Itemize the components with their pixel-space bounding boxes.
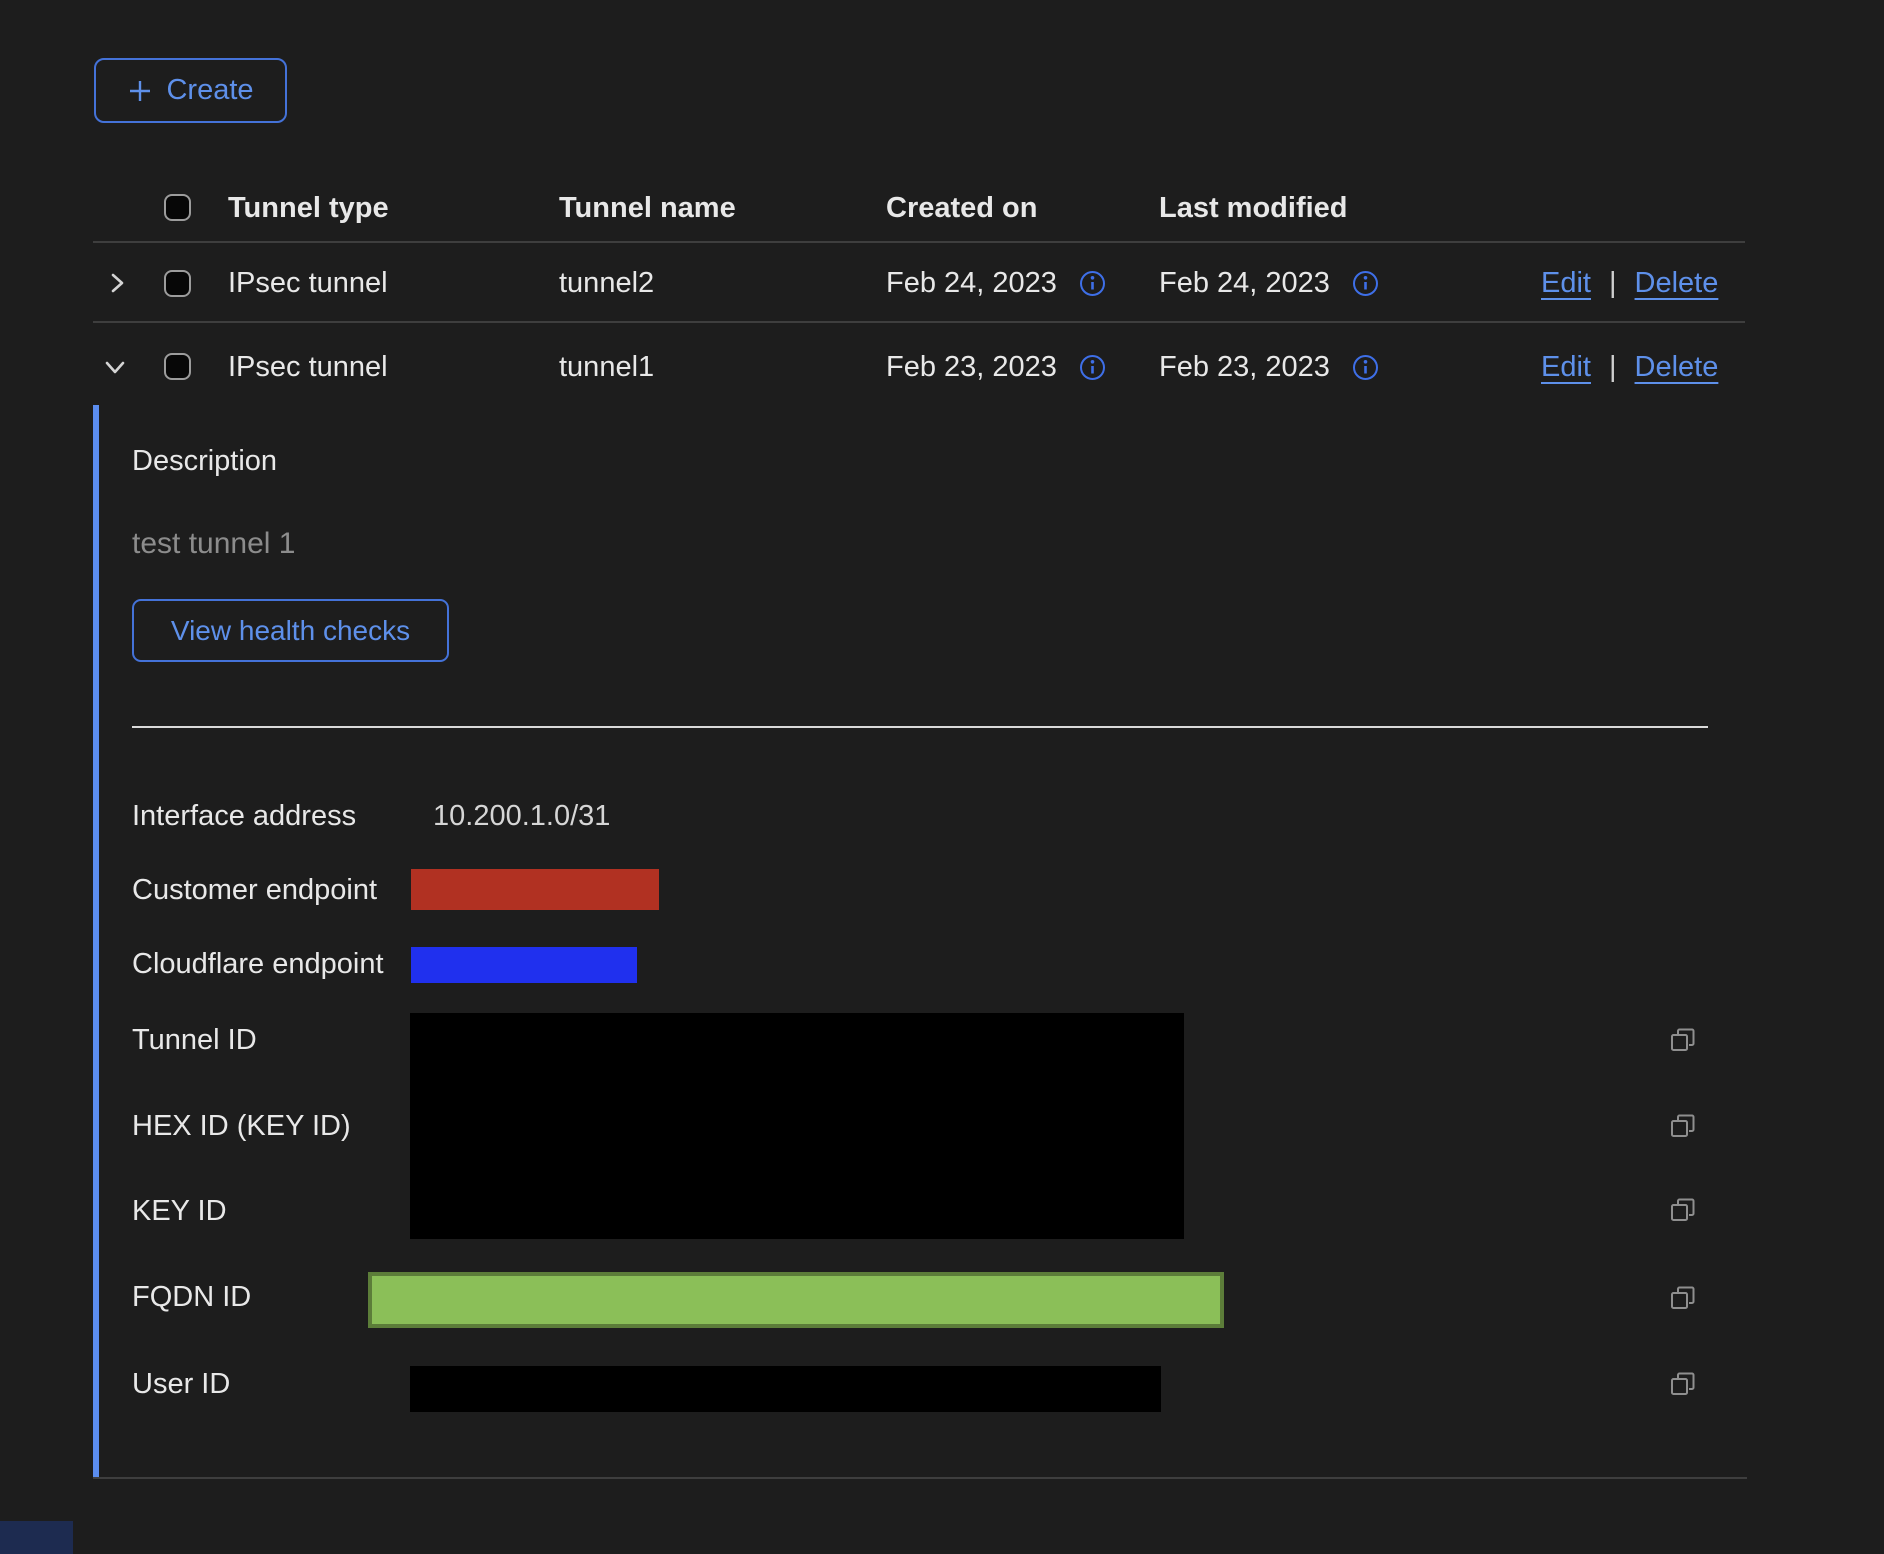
description-value: test tunnel 1 [132, 526, 295, 562]
copy-icon [1668, 1025, 1698, 1055]
delete-link[interactable]: Delete [1635, 349, 1719, 385]
tunnel-type-cell: IPsec tunnel [228, 349, 388, 385]
created-on-cell: Feb 24, 2023 [886, 265, 1106, 301]
last-modified-cell: Feb 24, 2023 [1159, 265, 1379, 301]
fqdn-id-label: FQDN ID [132, 1279, 251, 1315]
create-button[interactable]: Create [94, 58, 287, 123]
info-icon[interactable] [1352, 270, 1379, 297]
header-divider [93, 241, 1745, 243]
info-icon[interactable] [1079, 354, 1106, 381]
row-checkbox[interactable] [164, 270, 191, 297]
customer-endpoint-label: Customer endpoint [132, 872, 377, 908]
expanded-row-bottom-divider [93, 1477, 1747, 1479]
tunnel-id-hex-key-redacted-values [410, 1013, 1184, 1239]
cloudflare-endpoint-redacted-value [411, 947, 637, 983]
last-modified-cell: Feb 23, 2023 [1159, 349, 1379, 385]
info-icon[interactable] [1352, 354, 1379, 381]
select-all-checkbox[interactable] [164, 194, 191, 221]
copy-icon [1668, 1111, 1698, 1141]
expanded-row-indicator [93, 405, 99, 1477]
ipsec-tunnels-page: Create Tunnel type Tunnel name Created o… [0, 0, 1884, 1554]
action-separator: | [1609, 265, 1617, 301]
tunnel-name-cell: tunnel2 [559, 265, 654, 301]
customer-endpoint-redacted-value [411, 869, 659, 910]
edit-link[interactable]: Edit [1541, 349, 1591, 385]
plus-icon [127, 78, 153, 104]
tunnel-name-cell: tunnel1 [559, 349, 654, 385]
copy-hex-id-button[interactable] [1668, 1111, 1698, 1141]
cloudflare-endpoint-label: Cloudflare endpoint [132, 946, 384, 982]
user-id-redacted-value [410, 1366, 1161, 1412]
fqdn-id-redacted-value [368, 1272, 1224, 1328]
info-icon[interactable] [1079, 270, 1106, 297]
user-id-label: User ID [132, 1366, 230, 1402]
interface-address-label: Interface address [132, 798, 356, 834]
edit-link[interactable]: Edit [1541, 265, 1591, 301]
copy-tunnel-id-button[interactable] [1668, 1025, 1698, 1055]
hex-id-label: HEX ID (KEY ID) [132, 1108, 351, 1144]
tunnel-type-cell: IPsec tunnel [228, 265, 388, 301]
chevron-right-icon[interactable] [103, 269, 131, 297]
last-modified-date: Feb 23, 2023 [1159, 349, 1330, 385]
bottom-left-corner-block [0, 1521, 73, 1554]
row-actions: Edit | Delete [1541, 349, 1718, 385]
chevron-down-icon[interactable] [101, 353, 129, 381]
tunnel-id-label: Tunnel ID [132, 1022, 257, 1058]
interface-address-value: 10.200.1.0/31 [433, 798, 610, 834]
column-header-last-modified: Last modified [1159, 190, 1348, 226]
view-health-checks-button[interactable]: View health checks [132, 599, 449, 662]
create-button-label: Create [166, 74, 253, 107]
created-on-cell: Feb 23, 2023 [886, 349, 1106, 385]
created-on-date: Feb 24, 2023 [886, 265, 1057, 301]
column-header-tunnel-name: Tunnel name [559, 190, 736, 226]
copy-icon [1668, 1369, 1698, 1399]
action-separator: | [1609, 349, 1617, 385]
row-divider [93, 321, 1745, 323]
row-checkbox[interactable] [164, 353, 191, 380]
row-actions: Edit | Delete [1541, 265, 1718, 301]
view-health-checks-label: View health checks [171, 615, 410, 647]
column-header-tunnel-type: Tunnel type [228, 190, 389, 226]
description-label: Description [132, 443, 277, 479]
copy-key-id-button[interactable] [1668, 1195, 1698, 1225]
copy-user-id-button[interactable] [1668, 1369, 1698, 1399]
key-id-label: KEY ID [132, 1193, 227, 1229]
copy-icon [1668, 1195, 1698, 1225]
last-modified-date: Feb 24, 2023 [1159, 265, 1330, 301]
copy-fqdn-id-button[interactable] [1668, 1283, 1698, 1313]
detail-section-divider [132, 726, 1708, 728]
delete-link[interactable]: Delete [1635, 265, 1719, 301]
copy-icon [1668, 1283, 1698, 1313]
column-header-created-on: Created on [886, 190, 1037, 226]
created-on-date: Feb 23, 2023 [886, 349, 1057, 385]
